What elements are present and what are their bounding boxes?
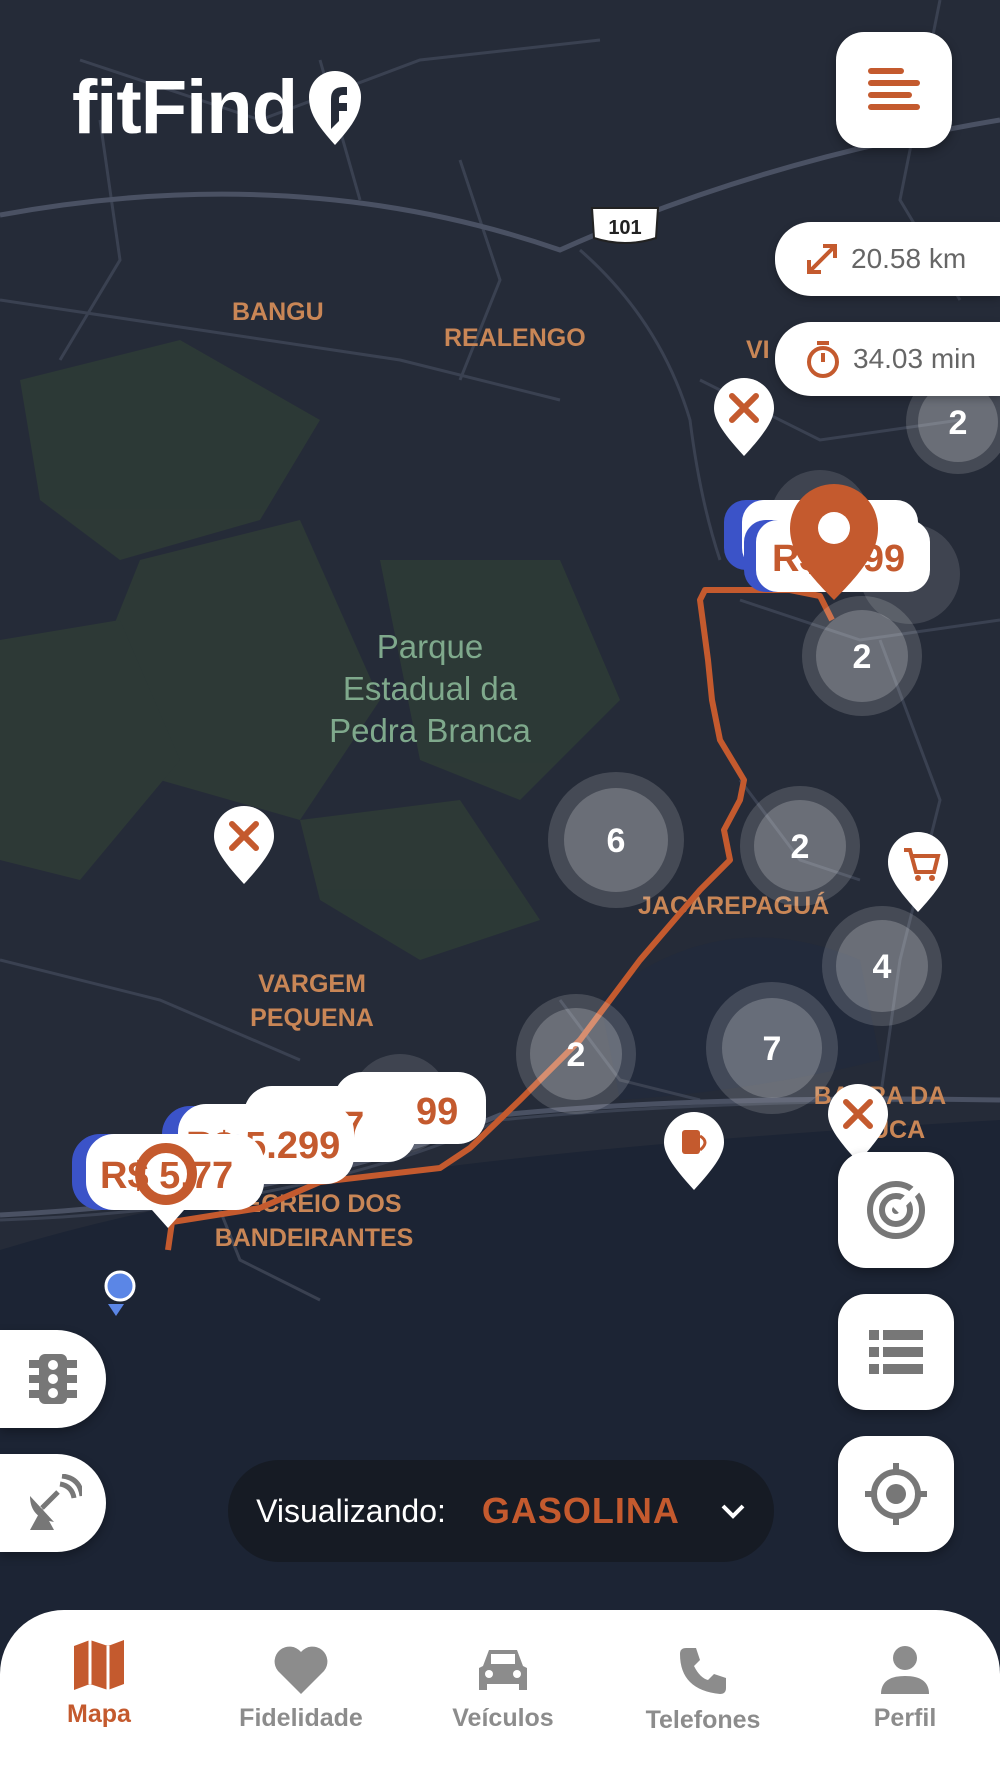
svg-text:4: 4	[873, 948, 892, 986]
svg-text:7: 7	[763, 1030, 782, 1068]
fuel-type-value: GASOLINA	[481, 1490, 680, 1531]
heart-icon	[274, 1646, 328, 1694]
nav-item-label: Veículos	[452, 1704, 554, 1732]
distance-value: 20.58 km	[851, 243, 967, 274]
neighborhood-vila-partial: VI	[746, 336, 770, 364]
neighborhood-vargem-line2: PEQUENA	[250, 1004, 374, 1032]
highway-shield-label: 101	[608, 217, 641, 239]
bottom-navigation: Mapa Fidelidade Veículos Telefones Perfi…	[0, 1610, 1000, 1778]
app-logo: fitFind	[72, 62, 363, 152]
app-logo-text: fitFind	[72, 64, 298, 150]
neighborhood-recreio-line2: BANDEIRANTES	[215, 1224, 414, 1252]
nav-item-mapa[interactable]: Mapa	[14, 1638, 184, 1729]
highway-shield: 101	[590, 207, 660, 244]
nav-item-label: Fidelidade	[239, 1704, 363, 1732]
person-icon	[881, 1646, 929, 1694]
cluster-marker[interactable]: 6	[548, 772, 684, 908]
logo-mark-icon	[309, 71, 362, 145]
car-icon	[479, 1650, 527, 1690]
park-label-line3: Pedra Branca	[329, 712, 531, 749]
svg-text:2: 2	[567, 1036, 586, 1074]
menu-icon	[868, 68, 920, 110]
distance-arrows-icon	[807, 244, 837, 274]
map-screen: 101 BANGU REALENGO VI JACAREPAGUÁ VARGEM…	[0, 0, 1000, 1778]
satellite-button[interactable]	[0, 1454, 106, 1552]
svg-text:2: 2	[853, 638, 872, 676]
cluster-marker[interactable]: 2	[740, 786, 860, 906]
list-icon	[869, 1330, 923, 1374]
park-label-line1: Parque	[377, 628, 483, 665]
svg-text:2: 2	[791, 828, 810, 866]
distance-pill: 20.58 km	[775, 222, 1000, 296]
chevron-down-icon	[721, 1504, 745, 1519]
map-icon	[74, 1640, 124, 1690]
nav-item-label: Telefones	[645, 1706, 761, 1734]
nav-item-veiculos[interactable]: Veículos	[418, 1644, 588, 1733]
duration-pill: 34.03 min	[775, 322, 1000, 396]
nav-item-label: Perfil	[873, 1704, 937, 1732]
nav-item-perfil[interactable]: Perfil	[820, 1644, 990, 1733]
satellite-dish-icon	[30, 1474, 82, 1530]
menu-button[interactable]	[836, 32, 952, 148]
svg-text:2: 2	[949, 404, 968, 442]
park-label-line2: Estadual da	[343, 670, 518, 707]
cluster-marker[interactable]: 4	[822, 906, 942, 1026]
cluster-marker[interactable]: 7	[706, 982, 838, 1114]
duration-value: 34.03 min	[853, 343, 976, 374]
nav-item-fidelidade[interactable]: Fidelidade	[216, 1644, 386, 1733]
nav-item-telefones[interactable]: Telefones	[618, 1644, 788, 1735]
crosshair-icon	[865, 1463, 927, 1525]
traffic-light-icon	[29, 1354, 77, 1404]
neighborhood-bangu: BANGU	[232, 298, 324, 326]
my-location-button[interactable]	[838, 1436, 954, 1552]
traffic-button[interactable]	[0, 1330, 106, 1428]
fuel-type-selector[interactable]: Visualizando: GASOLINA	[228, 1460, 774, 1562]
nav-item-label: Mapa	[67, 1700, 131, 1728]
phone-icon	[680, 1648, 726, 1694]
list-view-button[interactable]	[838, 1294, 954, 1410]
stopwatch-icon	[807, 341, 839, 378]
svg-text:6: 6	[607, 822, 626, 860]
svg-text:R$ 5.77: R$ 5.77	[100, 1155, 233, 1197]
cluster-marker[interactable]: 2	[516, 994, 636, 1114]
viewing-label: Visualizando:	[256, 1492, 446, 1529]
svg-text:99: 99	[416, 1091, 458, 1133]
radar-icon	[867, 1181, 925, 1239]
neighborhood-realengo: REALENGO	[444, 324, 586, 352]
neighborhood-vargem-line1: VARGEM	[258, 970, 366, 998]
radar-button[interactable]	[838, 1152, 954, 1268]
